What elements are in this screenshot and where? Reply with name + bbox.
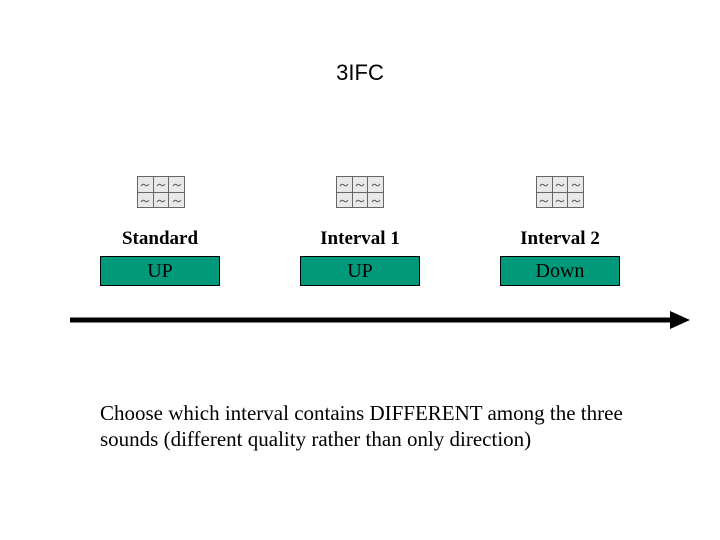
image-grid-icon [536, 176, 584, 208]
slide: 3IFC Standard Interval 1 Interval 2 UP U… [0, 0, 720, 540]
interval2-button[interactable]: Down [500, 256, 620, 286]
column-label-interval1: Interval 1 [290, 228, 430, 250]
standard-button[interactable]: UP [100, 256, 220, 286]
column-label-interval2: Interval 2 [490, 228, 630, 250]
interval2-button-label: Down [536, 260, 585, 282]
column-label-standard: Standard [90, 228, 230, 250]
instruction-text: Choose which interval contains DIFFERENT… [100, 400, 660, 453]
standard-button-label: UP [147, 260, 173, 282]
image-grid-icon [336, 176, 384, 208]
image-grid-icon [137, 176, 185, 208]
slide-title: 3IFC [0, 60, 720, 86]
timeline-arrow-icon [70, 305, 690, 335]
interval1-button-label: UP [347, 260, 373, 282]
interval1-button[interactable]: UP [300, 256, 420, 286]
